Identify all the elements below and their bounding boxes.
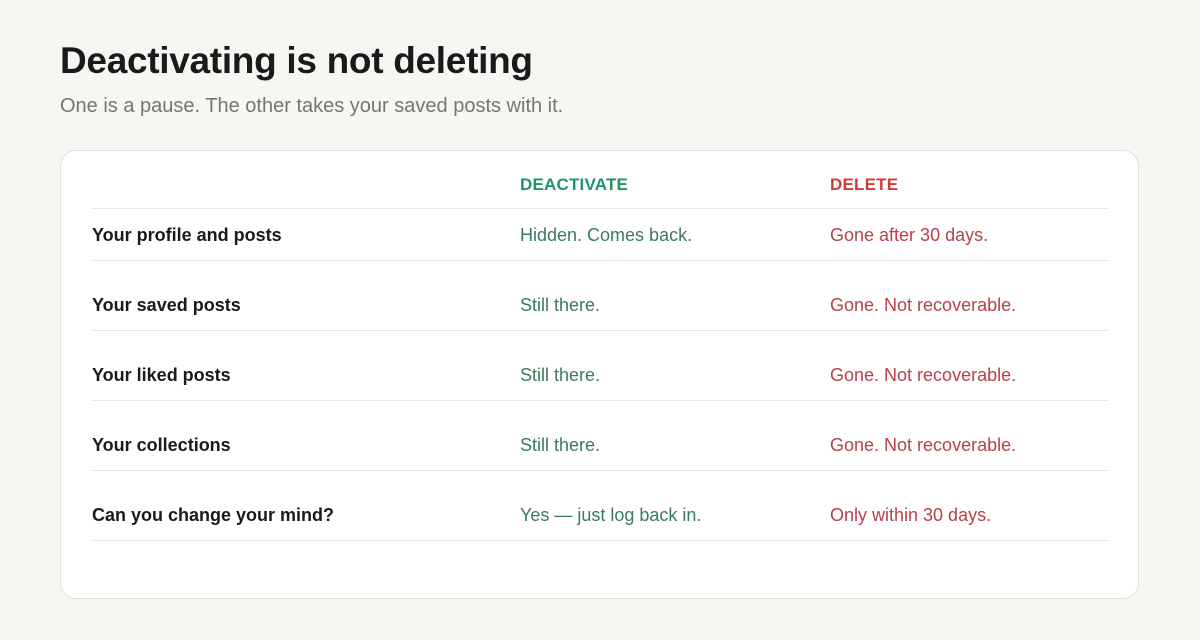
table-row: Your saved posts Still there. Gone. Not … — [92, 261, 1109, 331]
row-label: Can you change your mind? — [92, 505, 335, 525]
deactivate-value: Still there. — [520, 295, 601, 315]
row-label: Your collections — [92, 435, 231, 455]
row-label: Your liked posts — [92, 365, 231, 385]
row-label: Your saved posts — [92, 295, 241, 315]
comparison-table: DEACTIVATE DELETE Your profile and posts… — [92, 165, 1109, 541]
delete-value: Gone. Not recoverable. — [830, 435, 1017, 455]
table-row: Your liked posts Still there. Gone. Not … — [92, 331, 1109, 401]
delete-value: Only within 30 days. — [830, 505, 992, 525]
table-row: Can you change your mind? Yes — just log… — [92, 471, 1109, 541]
delete-value: Gone. Not recoverable. — [830, 365, 1017, 385]
column-header-deactivate: DEACTIVATE — [520, 175, 629, 194]
page-title: Deactivating is not deleting — [60, 40, 533, 81]
column-header-delete: DELETE — [830, 175, 899, 194]
table-header-row: DEACTIVATE DELETE — [92, 165, 1109, 209]
page-subtitle: One is a pause. The other takes your sav… — [60, 95, 564, 117]
deactivate-value: Hidden. Comes back. — [520, 225, 693, 245]
row-label: Your profile and posts — [92, 225, 282, 245]
deactivate-value: Still there. — [520, 435, 601, 455]
comparison-card: DEACTIVATE DELETE Your profile and posts… — [60, 150, 1139, 599]
table-row: Your profile and posts Hidden. Comes bac… — [92, 209, 1109, 261]
deactivate-value: Still there. — [520, 365, 601, 385]
deactivate-value: Yes — just log back in. — [520, 505, 702, 525]
delete-value: Gone. Not recoverable. — [830, 295, 1017, 315]
delete-value: Gone after 30 days. — [830, 225, 989, 245]
table-row: Your collections Still there. Gone. Not … — [92, 401, 1109, 471]
